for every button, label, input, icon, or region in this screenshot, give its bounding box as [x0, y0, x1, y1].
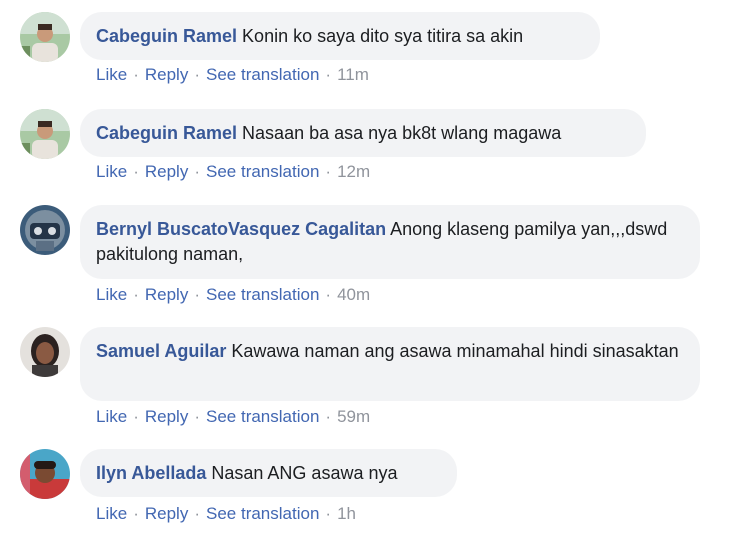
user-avatar-icon [20, 205, 70, 255]
like-link[interactable]: Like [96, 162, 127, 181]
reply-link[interactable]: Reply [145, 65, 188, 84]
comment-text: Kawawa naman ang asawa minamahal hindi s… [231, 341, 679, 361]
reply-link[interactable]: Reply [145, 504, 188, 523]
avatar[interactable] [20, 12, 70, 62]
like-link[interactable]: Like [96, 65, 127, 84]
comment-item: Bernyl BuscatoVasquez Cagalitan Anong kl… [0, 194, 750, 316]
comment-item: Samuel Aguilar Kawawa naman ang asawa mi… [0, 316, 750, 438]
comment-author[interactable]: Bernyl BuscatoVasquez Cagalitan [96, 219, 386, 239]
comment-author[interactable]: Cabeguin Ramel [96, 26, 237, 46]
user-avatar-icon [20, 327, 70, 377]
comment-text: Nasaan ba asa nya bk8t wlang magawa [242, 123, 562, 143]
avatar[interactable] [20, 327, 70, 377]
comment-item: Ilyn Abellada Nasan ANG asawa nya Like · R… [0, 438, 750, 542]
comment-author[interactable]: Samuel Aguilar [96, 341, 226, 361]
comment-author[interactable]: Ilyn Abellada [96, 463, 206, 483]
comment-timestamp[interactable]: 59m [337, 407, 370, 426]
comment-item: Cabeguin Ramel Nasaan ba asa nya bk8t wl… [0, 97, 750, 192]
comment-bubble: Samuel Aguilar Kawawa naman ang asawa mi… [80, 327, 700, 401]
reply-link[interactable]: Reply [145, 407, 188, 426]
user-avatar-icon [20, 449, 70, 499]
like-link[interactable]: Like [96, 407, 127, 426]
reply-link[interactable]: Reply [145, 285, 188, 304]
comment-item: Cabeguin Ramel Konin ko saya dito sya ti… [0, 0, 750, 95]
like-link[interactable]: Like [96, 504, 127, 523]
reply-link[interactable]: Reply [145, 162, 188, 181]
comment-text: Konin ko saya dito sya titira sa akin [242, 26, 524, 46]
like-link[interactable]: Like [96, 285, 127, 304]
see-translation-link[interactable]: See translation [206, 407, 319, 426]
comment-bubble: Ilyn Abellada Nasan ANG asawa nya [80, 449, 457, 497]
comment-actions: Like · Reply · See translation · 11m [96, 65, 369, 84]
comment-timestamp[interactable]: 11m [337, 65, 369, 84]
comment-text: Nasan ANG asawa nya [211, 463, 398, 483]
comment-actions: Like · Reply · See translation · 1h [96, 504, 356, 523]
comment-bubble: Cabeguin Ramel Konin ko saya dito sya ti… [80, 12, 600, 60]
comment-timestamp[interactable]: 40m [337, 285, 370, 304]
comment-actions: Like · Reply · See translation · 12m [96, 162, 371, 181]
comment-actions: Like · Reply · See translation · 59m [96, 407, 371, 426]
avatar[interactable] [20, 205, 70, 255]
comment-timestamp[interactable]: 1h [337, 504, 356, 523]
comment-actions: Like · Reply · See translation · 40m [96, 285, 371, 304]
comment-timestamp[interactable]: 12m [337, 162, 370, 181]
see-translation-link[interactable]: See translation [206, 65, 319, 84]
avatar[interactable] [20, 449, 70, 499]
comment-bubble: Bernyl BuscatoVasquez Cagalitan Anong kl… [80, 205, 700, 279]
avatar[interactable] [20, 109, 70, 159]
comment-bubble: Cabeguin Ramel Nasaan ba asa nya bk8t wl… [80, 109, 646, 157]
see-translation-link[interactable]: See translation [206, 504, 319, 523]
see-translation-link[interactable]: See translation [206, 162, 319, 181]
user-avatar-icon [20, 109, 70, 159]
comment-author[interactable]: Cabeguin Ramel [96, 123, 237, 143]
user-avatar-icon [20, 12, 70, 62]
see-translation-link[interactable]: See translation [206, 285, 319, 304]
